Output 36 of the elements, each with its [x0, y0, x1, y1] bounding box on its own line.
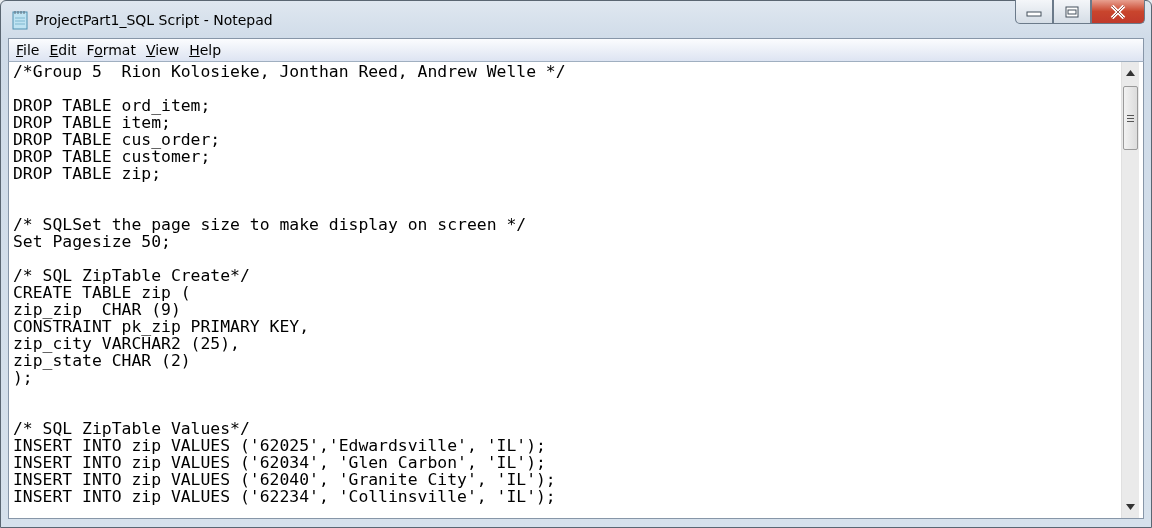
code-line: DROP TABLE cus_order;: [13, 131, 221, 148]
maximize-button[interactable]: [1053, 0, 1091, 24]
code-line: INSERT INTO zip VALUES ('62234', 'Collinsville', 'IL');: [13, 488, 556, 505]
close-icon: [1110, 4, 1126, 19]
code-line: zip_city VARCHAR2 (25),: [13, 335, 240, 352]
code-line: DROP TABLE zip;: [13, 165, 162, 182]
code-line: zip_zip CHAR (9): [13, 301, 181, 318]
code-line: DROP TABLE customer;: [13, 148, 211, 165]
code-line: DROP TABLE item;: [13, 114, 171, 131]
menu-item[interactable]: Help: [184, 41, 227, 59]
code-line: Set Pagesize 50;: [13, 233, 171, 250]
menu-item[interactable]: Edit: [44, 41, 82, 59]
minimize-button[interactable]: [1015, 0, 1053, 24]
menu-item[interactable]: Format: [81, 41, 141, 59]
close-button[interactable]: [1091, 0, 1145, 24]
scroll-down-icon[interactable]: [1126, 504, 1135, 510]
scrollbar[interactable]: [1121, 62, 1139, 518]
code-line: CONSTRAINT pk_zip PRIMARY KEY,: [13, 318, 310, 335]
notepad-icon: [11, 9, 29, 30]
code-line: /* SQL ZipTable Values*/: [13, 420, 250, 437]
code-line: zip_state CHAR (2): [13, 352, 191, 369]
code-line: INSERT INTO zip VALUES ('62034', 'Glen Carbon', 'IL');: [13, 454, 546, 471]
code-line: /*Group 5 Rion Kolosieke, Jonthan Reed, Andrew Welle */: [13, 63, 566, 80]
scroll-thumb[interactable]: [1123, 86, 1138, 150]
code-line: );: [13, 369, 33, 386]
code-line: CREATE TABLE zip (: [13, 284, 191, 301]
menu-item[interactable]: View: [140, 41, 185, 59]
scroll-up-icon[interactable]: [1126, 70, 1135, 76]
maximize-icon: [1064, 5, 1080, 18]
code-line: /* SQLSet the page size to make display on screen */: [13, 216, 527, 233]
code-line: DROP TABLE ord_item;: [13, 97, 211, 114]
code-line: INSERT INTO zip VALUES ('62040', 'Granite City', 'IL');: [13, 471, 556, 488]
code-line: /* SQL ZipTable Create*/: [13, 267, 250, 284]
menu-item[interactable]: File: [11, 41, 45, 59]
code-line: INSERT INTO zip VALUES ('62025','Edwardsville', 'IL');: [13, 437, 546, 454]
window-title: ProjectPart1_SQL Script - Notepad: [35, 11, 273, 28]
